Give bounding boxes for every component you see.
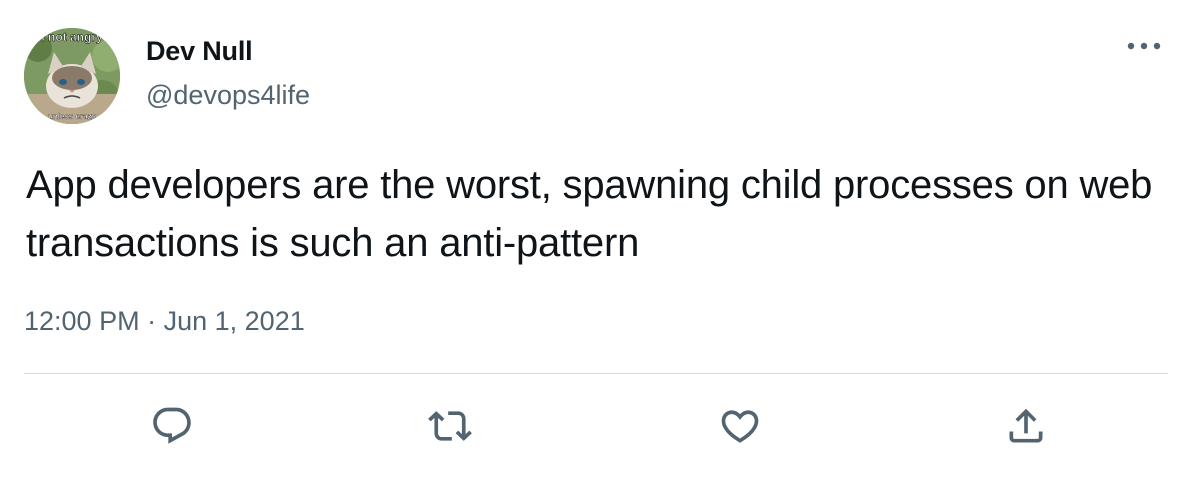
author-handle[interactable]: @devops4life (146, 80, 310, 111)
avatar[interactable]: I not angry unless crazy (24, 28, 120, 124)
reply-icon (153, 407, 191, 444)
author-display-name[interactable]: Dev Null (146, 36, 253, 67)
reply-button[interactable] (146, 400, 198, 452)
more-options-button[interactable] (1124, 32, 1164, 60)
like-button[interactable] (714, 400, 766, 452)
tweet-card: I not angry unless crazy Dev Null @devop… (0, 0, 1192, 496)
retweet-icon (428, 411, 472, 441)
share-button[interactable] (1000, 400, 1052, 452)
share-icon (1009, 408, 1043, 443)
like-icon (721, 410, 759, 443)
more-icon (1127, 42, 1161, 50)
divider (24, 373, 1168, 374)
tweet-date[interactable]: Jun 1, 2021 (164, 306, 305, 336)
tweet-time[interactable]: 12:00 PM (24, 306, 140, 336)
avatar-caption-top: I not angry (41, 30, 103, 44)
avatar-image: I not angry unless crazy (24, 28, 120, 124)
retweet-button[interactable] (424, 400, 476, 452)
meta-separator: · (147, 306, 157, 336)
avatar-caption-bottom: unless crazy (48, 112, 97, 121)
tweet-timestamp[interactable]: 12:00 PM · Jun 1, 2021 (24, 306, 305, 337)
tweet-text: App developers are the worst, spawning c… (26, 163, 1153, 265)
